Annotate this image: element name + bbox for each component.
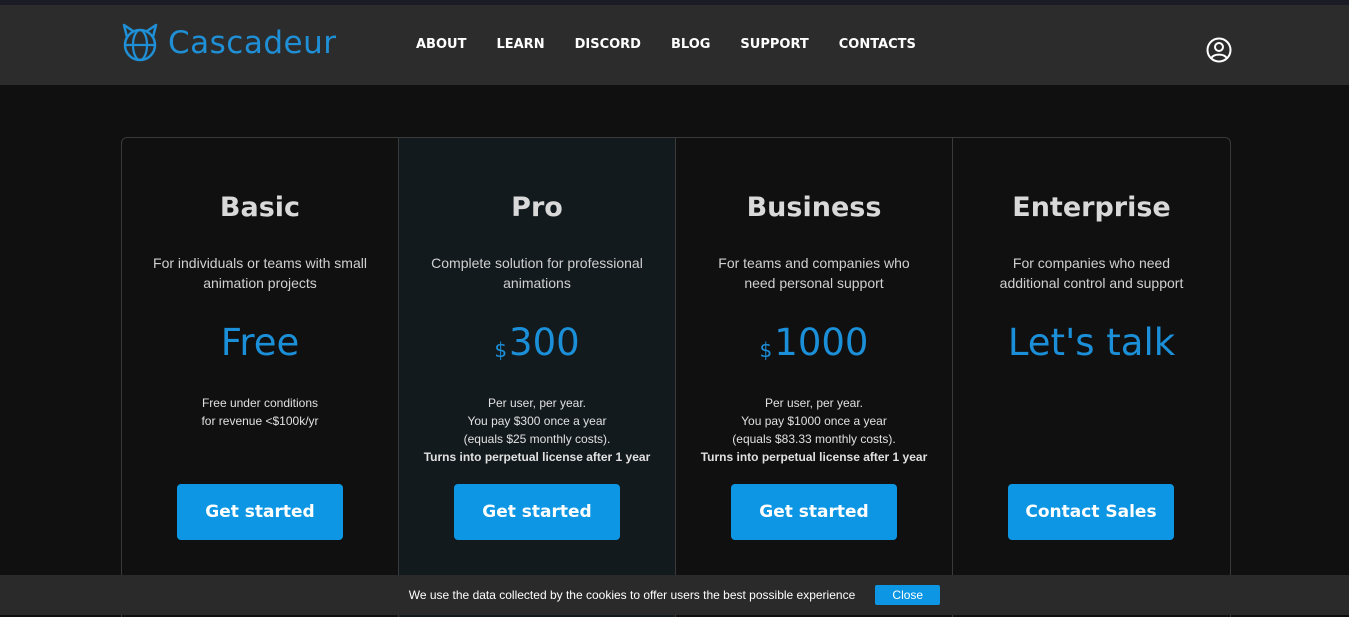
cookie-message: We use the data collected by the cookies…: [408, 588, 856, 602]
plan-description-line: animation projects: [203, 275, 317, 291]
plan-description: Complete solution for professional anima…: [419, 253, 655, 293]
currency-symbol: $: [759, 338, 773, 362]
get-started-button[interactable]: Get started: [731, 484, 897, 540]
cat-globe-icon: [122, 23, 158, 62]
plan-notes: Per user, per year. You pay $1000 once a…: [686, 394, 942, 466]
plan-note: Free under conditions: [201, 396, 319, 410]
site-header: Cascadeur ABOUT LEARN DISCORD BLOG SUPPO…: [0, 5, 1349, 85]
plan-note-highlight: Turns into perpetual license after 1 yea…: [423, 450, 651, 464]
plan-description-line: additional control and support: [999, 275, 1184, 291]
plan-notes: Per user, per year. You pay $300 once a …: [409, 394, 665, 466]
plan-price-value: Let's talk: [1007, 321, 1176, 364]
plan-note: You pay $300 once a year: [467, 414, 607, 428]
plan-price: $300: [399, 321, 675, 365]
nav-discord[interactable]: DISCORD: [575, 36, 641, 54]
nav-blog[interactable]: BLOG: [671, 36, 710, 54]
plan-note: Per user, per year.: [487, 396, 587, 410]
plan-note: (equals $25 monthly costs).: [463, 432, 611, 446]
get-started-button[interactable]: Get started: [454, 484, 620, 540]
plan-description-line: For teams and companies who: [718, 255, 910, 271]
plan-price-value: 1000: [774, 321, 869, 364]
plan-card-enterprise: Enterprise For companies who need additi…: [953, 138, 1230, 617]
nav-support[interactable]: SUPPORT: [740, 36, 808, 54]
plan-description-line: For individuals or teams with small: [153, 255, 367, 271]
plan-description: For teams and companies who need persona…: [696, 253, 932, 293]
plan-notes: Free under conditions for revenue <$100k…: [132, 394, 388, 430]
plan-note: Per user, per year.: [764, 396, 864, 410]
plan-note-highlight: Turns into perpetual license after 1 yea…: [700, 450, 928, 464]
plan-description: For companies who need additional contro…: [973, 253, 1210, 293]
nav-learn[interactable]: LEARN: [496, 36, 544, 54]
plan-price-value: 300: [509, 321, 580, 364]
plan-card-basic: Basic For individuals or teams with smal…: [122, 138, 399, 617]
user-account-icon[interactable]: [1206, 37, 1232, 63]
plan-price: Let's talk: [953, 321, 1230, 365]
get-started-button[interactable]: Get started: [177, 484, 343, 540]
plan-note: for revenue <$100k/yr: [201, 414, 319, 428]
pricing-table: Basic For individuals or teams with smal…: [121, 137, 1231, 617]
plan-description-line: animations: [503, 275, 571, 291]
plan-price-value: Free: [220, 321, 300, 364]
plan-price: $1000: [676, 321, 952, 365]
currency-symbol: $: [494, 338, 508, 362]
plan-description: For individuals or teams with small anim…: [142, 253, 378, 293]
plan-note: You pay $1000 once a year: [741, 414, 887, 428]
cookie-close-button[interactable]: Close: [875, 585, 941, 605]
plan-description-line: Complete solution for professional: [431, 255, 643, 271]
plan-description-line: need personal support: [744, 275, 884, 291]
logo-text: Cascadeur: [168, 25, 337, 61]
plan-price: Free: [122, 321, 398, 365]
contact-sales-button[interactable]: Contact Sales: [1008, 484, 1174, 540]
cookie-banner: We use the data collected by the cookies…: [0, 575, 1349, 615]
plan-title: Pro: [511, 192, 563, 223]
plan-title: Enterprise: [1012, 192, 1171, 223]
plan-card-pro: Pro Complete solution for professional a…: [399, 138, 676, 617]
main-nav: ABOUT LEARN DISCORD BLOG SUPPORT CONTACT…: [416, 36, 946, 54]
logo[interactable]: Cascadeur: [120, 23, 336, 63]
plan-title: Basic: [219, 192, 301, 223]
nav-about[interactable]: ABOUT: [416, 36, 466, 54]
plan-title: Business: [746, 192, 882, 223]
plan-card-business: Business For teams and companies who nee…: [676, 138, 953, 617]
plan-description-line: For companies who need: [1012, 255, 1171, 271]
plan-note: (equals $83.33 monthly costs).: [732, 432, 896, 446]
nav-contacts[interactable]: CONTACTS: [839, 36, 916, 54]
